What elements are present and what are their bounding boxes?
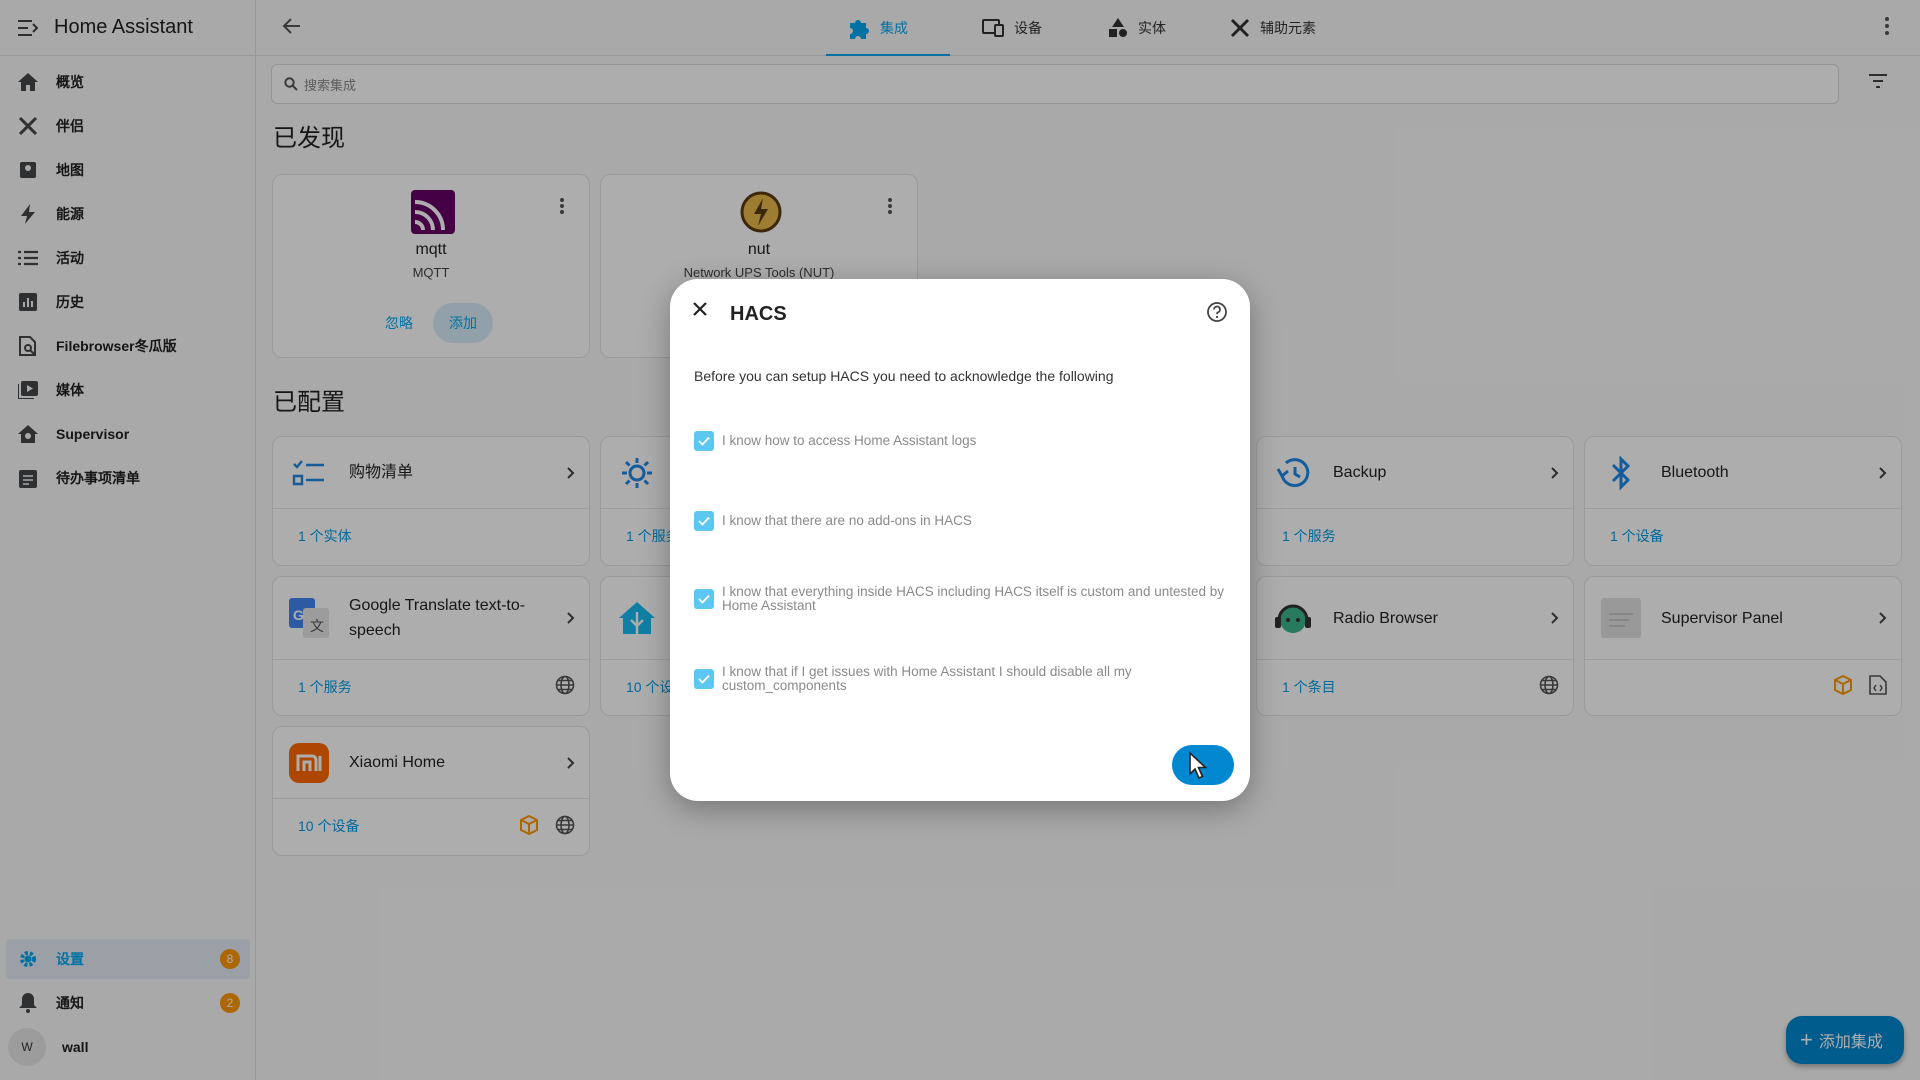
ack-label: I know that if I get issues with Home As… — [722, 664, 1132, 693]
mouse-cursor-icon — [1188, 751, 1208, 784]
ack-label: I know how to access Home Assistant logs — [722, 433, 977, 448]
checkbox-checked[interactable] — [694, 669, 714, 689]
help-icon[interactable] — [1206, 301, 1228, 323]
checkbox-checked[interactable] — [694, 589, 714, 609]
checkbox-checked[interactable] — [694, 431, 714, 451]
ack-item[interactable]: I know that if I get issues with Home As… — [694, 665, 1224, 693]
ack-label: I know that everything inside HACS inclu… — [722, 584, 1224, 613]
hacs-dialog: HACS Before you can setup HACS you need … — [670, 279, 1250, 801]
ack-label: I know that there are no add-ons in HACS — [722, 513, 972, 528]
dialog-intro: Before you can setup HACS you need to ac… — [694, 368, 1114, 384]
ack-item[interactable]: I know that there are no add-ons in HACS — [694, 511, 1224, 531]
ack-item[interactable]: I know that everything inside HACS inclu… — [694, 585, 1224, 613]
close-icon[interactable] — [692, 301, 708, 317]
checkbox-checked[interactable] — [694, 511, 714, 531]
ack-item[interactable]: I know how to access Home Assistant logs — [694, 431, 1224, 451]
dialog-title: HACS — [730, 303, 787, 325]
